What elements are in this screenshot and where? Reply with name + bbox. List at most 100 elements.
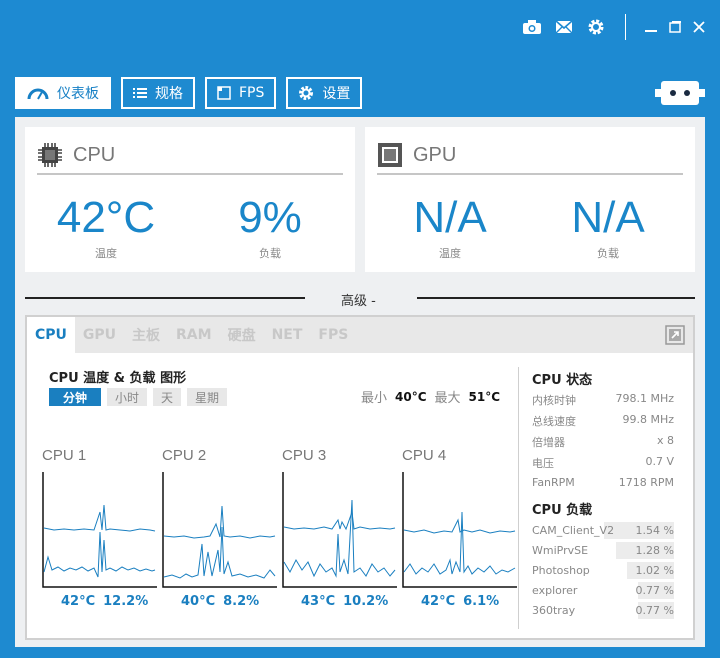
cpu-temp-value: 42°C [56, 193, 156, 242]
process-name: WmiPrvSE [532, 544, 589, 557]
gpu-card-title: GPU [413, 143, 457, 166]
tab-motherboard[interactable]: 主板 [124, 317, 168, 353]
core-4-stats: 42°C 6.1% [421, 594, 499, 609]
camera-icon[interactable] [521, 16, 543, 38]
min-label: 最小 [361, 391, 388, 406]
status-value: x 8 [656, 434, 674, 447]
tab-cpu[interactable]: CPU [27, 317, 75, 353]
core-1-load: 12.2% [103, 594, 149, 609]
title-bar [0, 0, 720, 60]
nav-dashboard-button[interactable]: 仪表板 [15, 77, 111, 109]
cpu-load-title: CPU 负载 [532, 503, 593, 518]
gpu-load-label: 负载 [597, 247, 619, 260]
range-day-button[interactable]: 天 [153, 388, 182, 406]
gpu-card-header: GPU [377, 137, 683, 175]
process-load: 1.54 % [635, 524, 674, 537]
advanced-line-right [417, 297, 695, 299]
range-hour-button[interactable]: 小时 [107, 388, 148, 406]
status-key: 总线速度 [532, 415, 576, 428]
status-key: 内核时钟 [532, 394, 576, 407]
status-key: 倍增器 [532, 436, 565, 449]
robot-icon[interactable] [654, 78, 706, 108]
process-name: CAM_Client_V2 [532, 524, 615, 537]
title-bar-icons [521, 14, 706, 40]
core-2-temp: 40°C [181, 594, 216, 609]
popout-icon[interactable] [665, 325, 685, 345]
status-row-fan-rpm: FanRPM 1718 RPM [532, 474, 674, 492]
nav-fps-label: FPS [239, 85, 265, 101]
status-value: 798.1 MHz [615, 392, 674, 405]
nav-fps-button[interactable]: FPS [205, 77, 277, 109]
core-3-temp: 43°C [301, 594, 336, 609]
tab-ram[interactable]: RAM [168, 317, 220, 353]
gpu-summary-card: GPU N/A 温度 N/A 负载 [365, 127, 695, 272]
advanced-tabs: CPU GPU 主板 RAM 硬盘 NET FPS [27, 317, 693, 353]
tab-disk[interactable]: 硬盘 [220, 317, 264, 353]
process-row: CAM_Client_V2 1.54 % [532, 522, 674, 539]
core-3-load: 10.2% [343, 594, 389, 609]
status-row-voltage: 电压 0.7 V [532, 453, 674, 471]
core-2-load: 8.2% [223, 594, 260, 609]
status-value: 0.7 V [645, 455, 674, 468]
temp-min-max: 最小 40°C 最大 51°C [361, 387, 500, 407]
cpu-load-value: 9% [238, 193, 302, 242]
process-load: 1.28 % [635, 544, 674, 557]
core-3-graph [282, 472, 397, 588]
process-load: 1.02 % [635, 564, 674, 577]
core-4-graph [402, 472, 517, 588]
graph-title: CPU 温度 & 负载 图形 [49, 371, 187, 386]
gpu-temp-label: 温度 [439, 247, 461, 260]
cpu-load-label: 负载 [259, 247, 281, 260]
gear-icon[interactable] [585, 16, 607, 38]
dashboard-content: CPU 42°C 温度 9% 负载 GPU N/A 温度 N/A 负载 高级 -… [15, 117, 705, 647]
process-load: 0.77 % [635, 584, 674, 597]
status-value: 1718 RPM [618, 476, 674, 489]
title-bar-divider [625, 14, 626, 40]
status-divider [518, 367, 519, 629]
max-label: 最大 [434, 391, 461, 406]
status-key: FanRPM [532, 476, 575, 489]
core-2-graph [162, 472, 277, 588]
cpu-card-title: CPU [73, 143, 116, 166]
core-1-temp: 42°C [61, 594, 96, 609]
process-row: 360tray 0.77 % [532, 602, 674, 619]
core-3-stats: 43°C 10.2% [301, 594, 388, 609]
nav-settings-label: 设置 [322, 86, 351, 102]
core-4-load: 6.1% [463, 594, 500, 609]
advanced-toggle[interactable]: 高级 - [341, 290, 376, 309]
range-minute-button[interactable]: 分钟 [49, 388, 102, 406]
core-4-label: CPU 4 [402, 447, 447, 464]
tab-fps[interactable]: FPS [310, 317, 356, 353]
core-1-graph [42, 472, 157, 588]
tab-gpu[interactable]: GPU [75, 317, 124, 353]
gpu-temp-value: N/A [413, 193, 487, 242]
close-icon[interactable] [692, 20, 706, 34]
minimize-icon[interactable] [644, 20, 658, 34]
advanced-divider[interactable]: 高级 - [25, 290, 695, 309]
gpu-chip-icon [378, 143, 402, 167]
process-load: 0.77 % [635, 604, 674, 617]
status-key: 电压 [532, 457, 554, 470]
core-3-label: CPU 3 [282, 447, 327, 464]
cpu-card-header: CPU [37, 137, 343, 175]
nav-settings-button[interactable]: 设置 [286, 77, 363, 109]
time-range-selector: 分钟 小时 天 星期 [49, 388, 228, 406]
maximize-icon[interactable] [668, 20, 682, 34]
nav-specs-button[interactable]: 规格 [121, 77, 195, 109]
cpu-chip-icon [38, 143, 62, 167]
tab-net[interactable]: NET [264, 317, 311, 353]
main-nav: 仪表板 规格 FPS 设置 [15, 77, 363, 109]
range-week-button[interactable]: 星期 [187, 388, 228, 406]
min-value: 40°C [395, 389, 427, 404]
mail-icon[interactable] [553, 16, 575, 38]
settings-gear-icon [299, 86, 314, 100]
process-name: 360tray [532, 604, 576, 617]
status-row-multiplier: 倍增器 x 8 [532, 432, 674, 450]
cpu-status-title: CPU 状态 [532, 373, 593, 388]
status-row-core-clock: 内核时钟 798.1 MHz [532, 390, 674, 408]
process-row: explorer 0.77 % [532, 582, 674, 599]
process-name: Photoshop [532, 564, 590, 577]
list-icon [133, 88, 147, 98]
core-2-label: CPU 2 [162, 447, 207, 464]
nav-specs-label: 规格 [155, 86, 183, 102]
